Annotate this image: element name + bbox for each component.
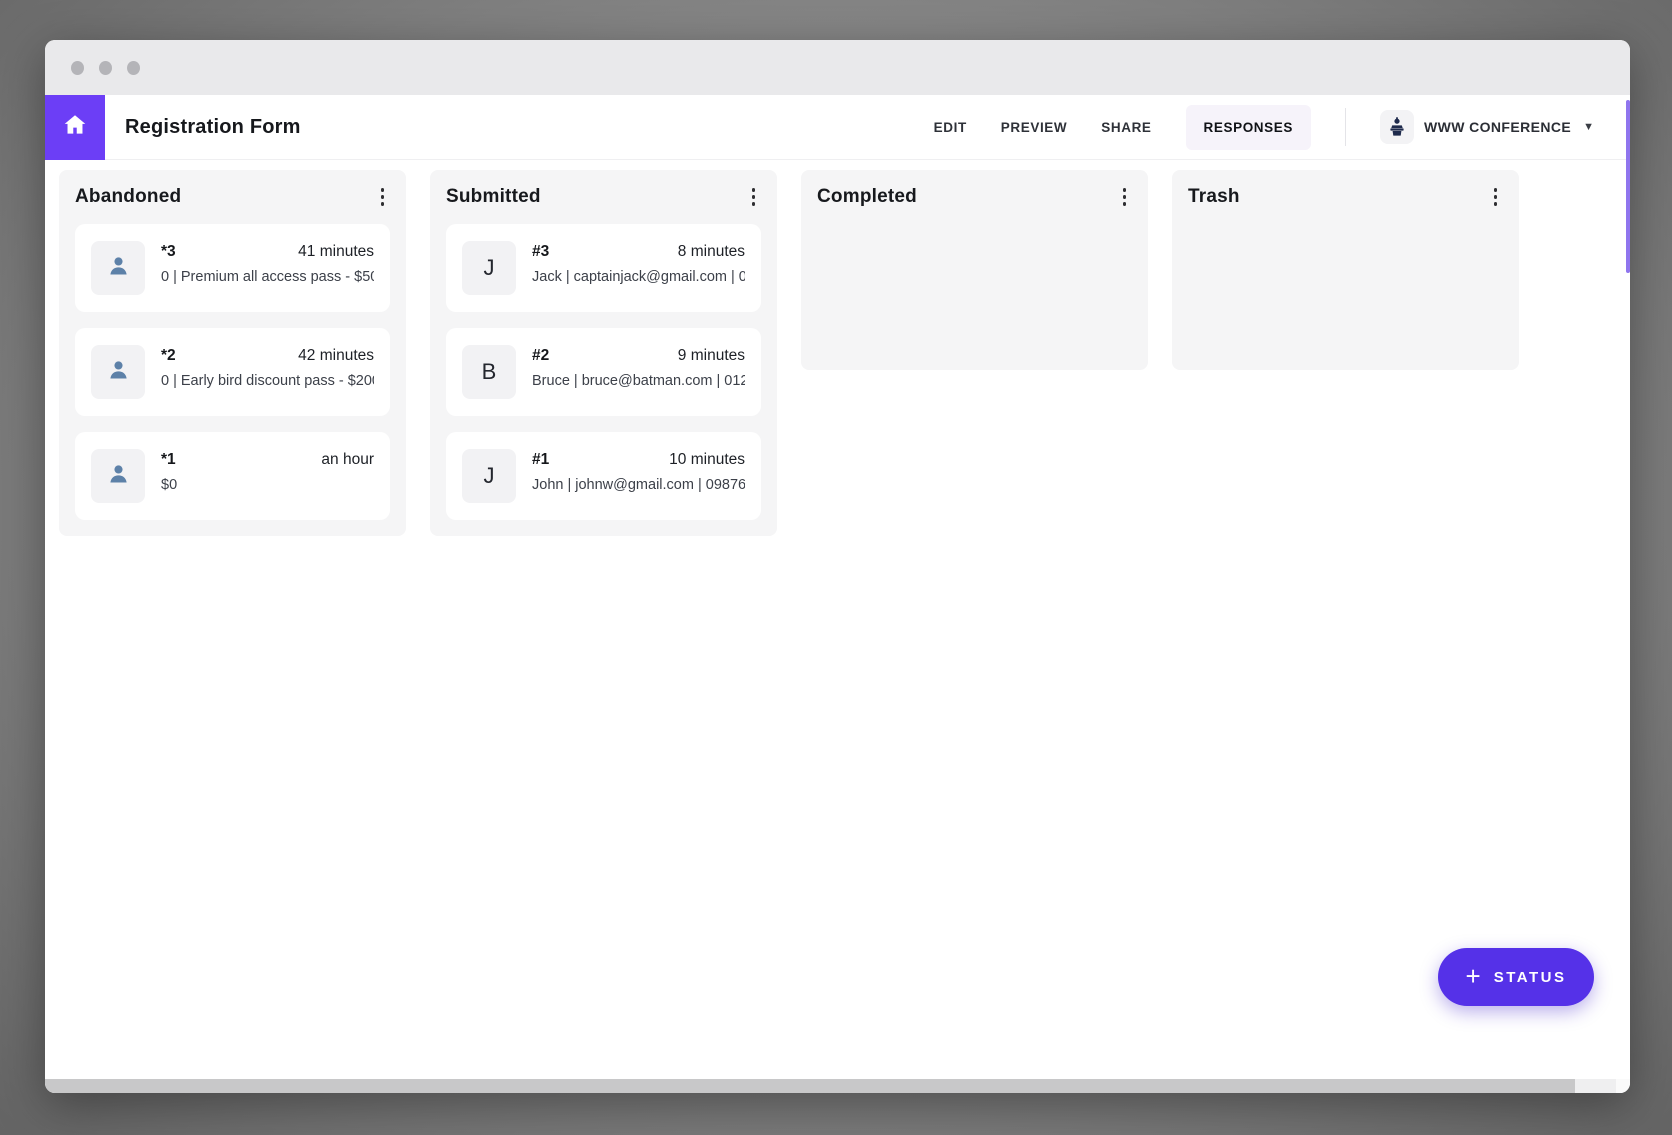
avatar-letter: B [482, 359, 497, 385]
column-header: Trash [1188, 184, 1503, 210]
board-columns: Abandoned *3 41 minutes 0 | Premium all … [59, 170, 1616, 536]
window-dot-1[interactable] [71, 61, 84, 75]
nav-preview[interactable]: PREVIEW [1001, 120, 1067, 135]
horizontal-scrollbar-thumb[interactable] [45, 1079, 1575, 1093]
speaker-podium-icon [1380, 110, 1414, 144]
person-icon [105, 460, 132, 492]
card-body: *2 42 minutes 0 | Early bird discount pa… [161, 345, 374, 399]
column-header: Submitted [446, 184, 761, 210]
avatar [91, 449, 145, 503]
response-card[interactable]: J #3 8 minutes Jack | captainjack@gmail.… [446, 224, 761, 312]
board-column: Trash [1172, 170, 1519, 370]
workspace-label: WWW CONFERENCE [1424, 119, 1571, 135]
window-dot-2[interactable] [99, 61, 112, 75]
card-body: *3 41 minutes 0 | Premium all access pas… [161, 241, 374, 295]
scrollbar-corner [1616, 1079, 1630, 1093]
person-icon [105, 356, 132, 388]
home-button[interactable] [45, 95, 105, 160]
card-title: *3 [161, 243, 176, 261]
window-dot-3[interactable] [127, 61, 140, 75]
card-title: #2 [532, 347, 549, 365]
column-menu-kebab-icon[interactable] [375, 184, 391, 210]
column-header: Abandoned [75, 184, 390, 210]
horizontal-scrollbar[interactable] [45, 1079, 1630, 1093]
column-title: Completed [817, 186, 917, 208]
column-cards: *3 41 minutes 0 | Premium all access pas… [75, 224, 390, 520]
card-body: #2 9 minutes Bruce | bruce@batman.com | … [532, 345, 745, 399]
card-title: *2 [161, 347, 176, 365]
responses-board: Abandoned *3 41 minutes 0 | Premium all … [45, 160, 1630, 1079]
column-header: Completed [817, 184, 1132, 210]
column-cards: J #3 8 minutes Jack | captainjack@gmail.… [446, 224, 761, 520]
board-column: Submitted J #3 8 minutes Jack | captainj… [430, 170, 777, 536]
board-column: Abandoned *3 41 minutes 0 | Premium all … [59, 170, 406, 536]
column-menu-kebab-icon[interactable] [746, 184, 762, 210]
window-titlebar [45, 40, 1630, 95]
column-menu-kebab-icon[interactable] [1488, 184, 1504, 210]
header-nav: EDIT PREVIEW SHARE RESPONSES WWW CONFERE… [934, 105, 1630, 150]
column-title: Submitted [446, 186, 541, 208]
app-window: Registration Form EDIT PREVIEW SHARE RES… [45, 40, 1630, 1093]
card-subtitle: $0 [161, 477, 374, 493]
avatar: B [462, 345, 516, 399]
card-time: 8 minutes [678, 243, 745, 261]
avatar: J [462, 241, 516, 295]
board-column: Completed [801, 170, 1148, 370]
card-subtitle: Jack | captainjack@gmail.com | 0… [532, 269, 745, 285]
card-time: 10 minutes [669, 451, 745, 469]
avatar [91, 345, 145, 399]
column-title: Trash [1188, 186, 1240, 208]
card-title: *1 [161, 451, 176, 469]
add-status-button[interactable]: + STATUS [1438, 948, 1594, 1006]
avatar-letter: J [484, 463, 495, 489]
nav-share[interactable]: SHARE [1101, 120, 1151, 135]
app-header: Registration Form EDIT PREVIEW SHARE RES… [45, 95, 1630, 160]
person-icon [105, 252, 132, 284]
nav-divider [1345, 108, 1346, 146]
avatar [91, 241, 145, 295]
response-card[interactable]: *2 42 minutes 0 | Early bird discount pa… [75, 328, 390, 416]
card-subtitle: 0 | Early bird discount pass - $200 [161, 373, 374, 389]
nav-edit[interactable]: EDIT [934, 120, 967, 135]
home-icon [62, 112, 88, 143]
card-time: 41 minutes [298, 243, 374, 261]
card-body: *1 an hour $0 [161, 449, 374, 503]
vertical-scrollbar-thumb[interactable] [1626, 100, 1630, 273]
card-subtitle: 0 | Premium all access pass - $500 [161, 269, 374, 285]
page-title: Registration Form [125, 116, 301, 139]
card-time: an hour [321, 451, 374, 469]
avatar: J [462, 449, 516, 503]
card-time: 9 minutes [678, 347, 745, 365]
card-subtitle: John | johnw@gmail.com | 09876… [532, 477, 745, 493]
plus-icon: + [1466, 963, 1481, 989]
response-card[interactable]: *1 an hour $0 [75, 432, 390, 520]
card-subtitle: Bruce | bruce@batman.com | 012… [532, 373, 745, 389]
avatar-letter: J [484, 255, 495, 281]
response-card[interactable]: J #1 10 minutes John | johnw@gmail.com |… [446, 432, 761, 520]
column-title: Abandoned [75, 186, 181, 208]
nav-responses[interactable]: RESPONSES [1186, 105, 1311, 150]
response-card[interactable]: B #2 9 minutes Bruce | bruce@batman.com … [446, 328, 761, 416]
add-status-label: STATUS [1494, 969, 1567, 986]
column-menu-kebab-icon[interactable] [1117, 184, 1133, 210]
card-time: 42 minutes [298, 347, 374, 365]
workspace-switcher[interactable]: WWW CONFERENCE ▼ [1380, 110, 1594, 144]
chevron-down-icon: ▼ [1583, 121, 1594, 133]
card-title: #1 [532, 451, 549, 469]
card-body: #3 8 minutes Jack | captainjack@gmail.co… [532, 241, 745, 295]
response-card[interactable]: *3 41 minutes 0 | Premium all access pas… [75, 224, 390, 312]
card-title: #3 [532, 243, 549, 261]
card-body: #1 10 minutes John | johnw@gmail.com | 0… [532, 449, 745, 503]
